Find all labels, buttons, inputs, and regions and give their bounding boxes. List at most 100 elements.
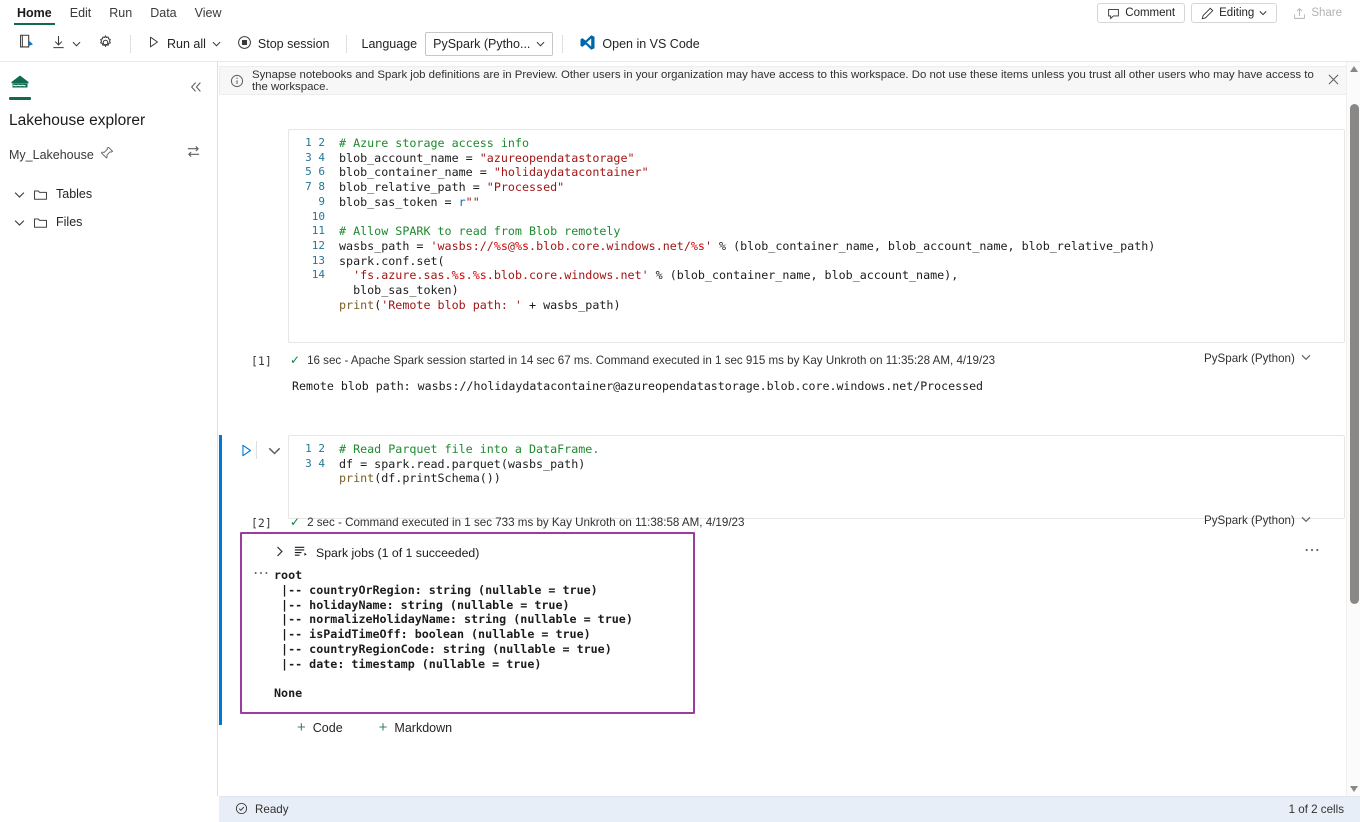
toolbar-divider-2 (345, 34, 347, 53)
stop-session-button[interactable]: Stop session (230, 30, 337, 58)
add-markdown-cell-label: Markdown (394, 720, 453, 735)
chevron-down-icon[interactable] (14, 189, 25, 200)
folder-icon (33, 215, 48, 230)
run-all-button[interactable]: Run all (140, 30, 228, 58)
collapse-sidebar-button[interactable] (185, 76, 207, 98)
code-cell-1-line-numbers: 1 2 3 4 5 6 7 8 9 10 11 12 13 14 (305, 136, 325, 282)
run-cell-2-button[interactable] (235, 439, 257, 461)
ribbon-tab-run[interactable]: Run (100, 0, 141, 26)
plus-icon: + (378, 719, 388, 736)
ribbon-tab-data[interactable]: Data (141, 0, 185, 26)
spark-jobs-more-icon[interactable] (1304, 543, 1320, 560)
toolbar-divider-3 (562, 34, 564, 53)
code-cell-1-language[interactable]: PySpark (Python) (1204, 352, 1311, 365)
vertical-scrollbar[interactable] (1346, 62, 1360, 796)
language-label: Language (361, 36, 418, 51)
code-cell-2-editor[interactable]: 1 2 3 4 # Read Parquet file into a DataF… (288, 435, 1345, 519)
ribbon-tab-edit-label: Edit (69, 6, 92, 20)
edit-notebook-button[interactable] (10, 30, 42, 58)
lakehouse-icon (9, 74, 31, 99)
lakehouse-explorer-sidebar: Lakehouse explorer My_Lakehouse Tables F… (0, 62, 218, 822)
ribbon-tab-home[interactable]: Home (8, 0, 61, 26)
status-cells-count: 1 of 2 cells (1288, 803, 1344, 816)
chevron-down-icon (72, 37, 81, 51)
preview-banner-text: Synapse notebooks and Spark job definiti… (252, 68, 1314, 93)
ribbon-tab-run-label: Run (109, 6, 133, 20)
chevron-down-icon[interactable] (1301, 514, 1311, 527)
info-icon (230, 74, 244, 88)
add-markdown-cell-button[interactable]: + Markdown (374, 717, 457, 738)
code-cell-2-language[interactable]: PySpark (Python) (1204, 514, 1311, 527)
code-cell-2-status: ✓ 2 sec - Command executed in 1 sec 733 … (290, 511, 744, 533)
switch-lakehouse-button[interactable] (186, 144, 201, 164)
close-icon[interactable] (1324, 73, 1343, 88)
lakehouse-icon-underline (9, 97, 31, 100)
spark-jobs-icon (293, 544, 308, 562)
settings-button[interactable] (90, 30, 121, 58)
spark-jobs-toggle[interactable]: Spark jobs (1 of 1 succeeded) (274, 543, 479, 563)
chevron-down-icon[interactable] (1301, 352, 1311, 365)
notebook-edit-icon (17, 33, 35, 54)
download-button[interactable] (44, 30, 88, 58)
play-icon (147, 35, 161, 52)
ribbon-tab-edit[interactable]: Edit (61, 0, 101, 26)
chevron-down-icon (212, 37, 221, 51)
chevron-down-icon[interactable] (14, 217, 25, 228)
language-dropdown[interactable]: PySpark (Pytho... (425, 31, 554, 56)
chevron-right-icon[interactable] (274, 546, 285, 560)
preview-banner: Synapse notebooks and Spark job definiti… (219, 66, 1354, 95)
open-in-vscode-label: Open in VS Code (602, 36, 700, 51)
gear-icon (97, 34, 114, 54)
pin-icon[interactable] (100, 146, 114, 164)
comment-button-label: Comment (1125, 7, 1176, 19)
code-cell-1-status: ✓ 16 sec - Apache Spark session started … (290, 349, 995, 371)
code-cell-1-editor[interactable]: 1 2 3 4 5 6 7 8 9 10 11 12 13 14 # Azure… (288, 129, 1345, 343)
status-ready-label: Ready (255, 803, 289, 816)
lakehouse-name-row[interactable]: My_Lakehouse (9, 144, 209, 166)
share-button-label: Share (1311, 7, 1342, 19)
add-code-cell-label: Code (312, 720, 343, 735)
output-more-icon[interactable] (253, 566, 269, 583)
scrollbar-thumb[interactable] (1350, 104, 1359, 604)
stop-icon (237, 35, 252, 53)
code-cell-2-source[interactable]: # Read Parquet file into a DataFrame. df… (339, 442, 599, 486)
comment-icon (1107, 7, 1120, 20)
code-cell-1-status-text: 16 sec - Apache Spark session started in… (307, 353, 996, 367)
collapse-cell-2-button[interactable] (263, 439, 285, 461)
vscode-icon (579, 34, 596, 54)
code-cell-2-output: root |-- countryOrRegion: string (nullab… (274, 568, 633, 701)
scroll-down-icon[interactable] (1347, 782, 1360, 796)
statusbar-left-filler (0, 796, 219, 822)
toolbar-divider-1 (130, 34, 131, 53)
share-icon (1293, 7, 1306, 20)
folder-icon (33, 187, 48, 202)
editing-button[interactable]: Editing (1191, 3, 1278, 23)
code-cell-1-source[interactable]: # Azure storage access info blob_account… (339, 136, 1155, 327)
scroll-up-icon[interactable] (1347, 62, 1360, 76)
comment-button[interactable]: Comment (1097, 3, 1186, 23)
check-circle-icon (235, 802, 248, 818)
code-cell-2-language-label: PySpark (Python) (1204, 514, 1295, 527)
ribbon-tab-data-label: Data (150, 6, 177, 20)
add-code-cell-button[interactable]: + Code (292, 717, 348, 738)
command-bar: Run all Stop session Language PySpark (P… (0, 26, 1360, 61)
success-check-icon: ✓ (290, 353, 301, 367)
code-cell-1-index: [1] (251, 354, 272, 368)
sidebar-item-tables[interactable]: Tables (14, 182, 204, 206)
status-left-group: Ready (235, 802, 289, 818)
chevron-down-icon (536, 37, 545, 51)
ribbon-tab-view[interactable]: View (186, 0, 231, 26)
ribbon-tab-home-label: Home (17, 6, 52, 20)
stop-session-label: Stop session (257, 36, 330, 51)
code-cell-2-line-numbers: 1 2 3 4 (305, 442, 325, 470)
chevron-down-icon (1259, 9, 1267, 17)
spark-jobs-label: Spark jobs (1 of 1 succeeded) (316, 546, 480, 560)
ribbon-tab-view-label: View (194, 6, 222, 20)
code-cell-2-index: [2] (251, 516, 272, 530)
open-in-vscode-button[interactable]: Open in VS Code (572, 30, 706, 58)
code-cell-1-output: Remote blob path: wasbs://holidaydatacon… (292, 379, 984, 393)
code-cell-2-selection-bar (219, 435, 222, 725)
share-button: Share (1283, 3, 1352, 23)
sidebar-item-files[interactable]: Files (14, 210, 204, 234)
success-check-icon: ✓ (290, 515, 301, 529)
